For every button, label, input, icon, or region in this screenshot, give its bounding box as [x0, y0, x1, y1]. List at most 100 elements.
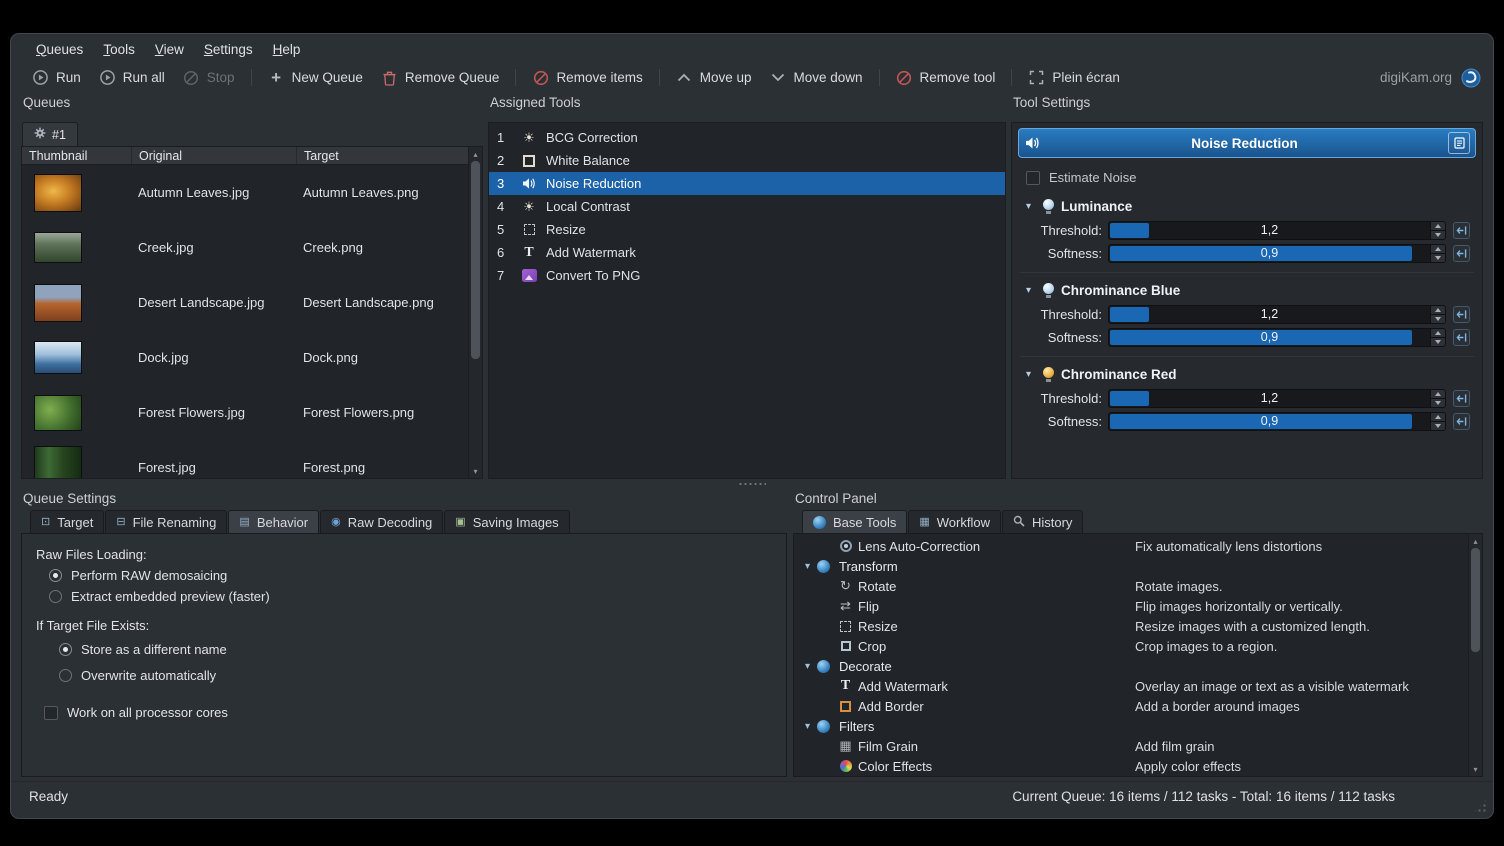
menu-settings[interactable]: Settings	[195, 40, 262, 59]
estimate-noise-checkbox[interactable]	[1026, 171, 1040, 185]
chrominance-red-section-header[interactable]: ▾ Chrominance Red	[1018, 364, 1476, 385]
threshold-slider[interactable]: 1,2	[1108, 305, 1446, 324]
tool-row-noise-reduction[interactable]: 3 Noise Reduction	[489, 172, 1005, 195]
tree-item-lens-auto-correction[interactable]: Lens Auto-Correction Fix automatically l…	[794, 536, 1468, 556]
tree-item-film-grain[interactable]: ▦ Film Grain Add film grain	[794, 736, 1468, 756]
tree-item-add-watermark[interactable]: T Add Watermark Overlay an image or text…	[794, 676, 1468, 696]
remove-tool-button[interactable]: Remove tool	[887, 65, 1005, 90]
threshold-slider[interactable]: 1,2	[1108, 389, 1446, 408]
tool-row-convert-to-png[interactable]: 7 Convert To PNG	[489, 264, 1005, 287]
scroll-up-arrow-icon[interactable]: ▴	[469, 148, 482, 160]
reset-default-button[interactable]	[1453, 222, 1470, 239]
column-header-thumbnail[interactable]: Thumbnail	[22, 147, 132, 164]
tool-help-button[interactable]	[1448, 132, 1470, 154]
radio-button[interactable]	[49, 590, 62, 603]
control-panel-scrollbar[interactable]: ▴ ▾	[1468, 534, 1482, 776]
tool-row-local-contrast[interactable]: 4 ☀ Local Contrast	[489, 195, 1005, 218]
tree-category-filters[interactable]: ▾ Filters	[794, 716, 1468, 736]
softness-slider[interactable]: 0,9	[1108, 412, 1446, 431]
queue-row-dock[interactable]: Dock.jpg Dock.png	[22, 330, 468, 385]
tree-category-transform[interactable]: ▾ Transform	[794, 556, 1468, 576]
new-queue-button[interactable]: + New Queue	[259, 65, 372, 90]
option-overwrite-automatically[interactable]: Overwrite automatically	[59, 662, 786, 688]
spin-down-button[interactable]	[1431, 422, 1445, 430]
reset-default-button[interactable]	[1453, 390, 1470, 407]
option-work-all-cores[interactable]: Work on all processor cores	[44, 705, 786, 720]
run-button[interactable]: Run	[23, 65, 90, 90]
queue-row-desert-landscape[interactable]: Desert Landscape.jpg Desert Landscape.pn…	[22, 275, 468, 330]
expand-arrow-icon[interactable]: ▾	[801, 561, 814, 572]
radio-button[interactable]	[59, 669, 72, 682]
menu-view[interactable]: View	[146, 40, 193, 59]
column-header-original[interactable]: Original	[132, 147, 297, 164]
reset-default-button[interactable]	[1453, 413, 1470, 430]
tree-category-decorate[interactable]: ▾ Decorate	[794, 656, 1468, 676]
scrollbar-thumb[interactable]	[471, 161, 480, 359]
menu-help[interactable]: Help	[264, 40, 310, 59]
queue-row-creek[interactable]: Creek.jpg Creek.png	[22, 220, 468, 275]
spin-down-button[interactable]	[1431, 338, 1445, 346]
tree-item-color-effects[interactable]: Color Effects Apply color effects	[794, 756, 1468, 776]
tree-item-flip[interactable]: ⇄ Flip Flip images horizontally or verti…	[794, 596, 1468, 616]
horizontal-splitter[interactable]	[21, 479, 1483, 488]
digikam-logo-icon[interactable]	[1461, 68, 1481, 88]
scroll-down-arrow-icon[interactable]: ▾	[1469, 763, 1482, 775]
softness-slider[interactable]: 0,9	[1108, 244, 1446, 263]
fullscreen-button[interactable]: Plein écran	[1019, 65, 1129, 90]
tree-item-crop[interactable]: Crop Crop images to a region.	[794, 636, 1468, 656]
column-header-target[interactable]: Target	[297, 147, 468, 164]
stop-button[interactable]: Stop	[174, 65, 244, 90]
chrominance-blue-section-header[interactable]: ▾ Chrominance Blue	[1018, 280, 1476, 301]
softness-slider[interactable]: 0,9	[1108, 328, 1446, 347]
remove-queue-button[interactable]: Remove Queue	[372, 65, 509, 90]
reset-default-button[interactable]	[1453, 245, 1470, 262]
spin-down-button[interactable]	[1431, 315, 1445, 323]
option-extract-embedded-preview[interactable]: Extract embedded preview (faster)	[49, 586, 786, 607]
reset-default-button[interactable]	[1453, 329, 1470, 346]
tool-row-white-balance[interactable]: 2 White Balance	[489, 149, 1005, 172]
option-perform-raw-demosaicing[interactable]: Perform RAW demosaicing	[49, 565, 786, 586]
radio-button[interactable]	[59, 643, 72, 656]
move-up-button[interactable]: Move up	[667, 65, 761, 90]
tree-item-resize[interactable]: Resize Resize images with a customized l…	[794, 616, 1468, 636]
queue-row-autumn-leaves[interactable]: Autumn Leaves.jpg Autumn Leaves.png	[22, 165, 468, 220]
menu-tools[interactable]: Tools	[94, 40, 144, 59]
option-store-different-name[interactable]: Store as a different name	[59, 636, 786, 662]
scrollbar-thumb[interactable]	[1471, 548, 1480, 652]
tab-history[interactable]: History	[1002, 510, 1083, 533]
tab-raw-decoding[interactable]: ◉ Raw Decoding	[320, 510, 443, 533]
tool-row-resize[interactable]: 5 Resize	[489, 218, 1005, 241]
threshold-slider[interactable]: 1,2	[1108, 221, 1446, 240]
spin-up-button[interactable]	[1431, 390, 1445, 399]
reset-default-button[interactable]	[1453, 306, 1470, 323]
spin-up-button[interactable]	[1431, 329, 1445, 338]
tool-row-add-watermark[interactable]: 6 T Add Watermark	[489, 241, 1005, 264]
tab-saving-images[interactable]: ▣ Saving Images	[444, 510, 569, 533]
scroll-down-arrow-icon[interactable]: ▾	[469, 465, 482, 477]
queue-row-forest-flowers[interactable]: Forest Flowers.jpg Forest Flowers.png	[22, 385, 468, 440]
luminance-section-header[interactable]: ▾ Luminance	[1018, 196, 1476, 217]
run-all-button[interactable]: Run all	[90, 65, 174, 90]
spin-up-button[interactable]	[1431, 306, 1445, 315]
radio-button[interactable]	[49, 569, 62, 582]
tab-base-tools[interactable]: Base Tools	[802, 510, 907, 533]
expand-arrow-icon[interactable]: ▾	[801, 721, 814, 732]
queue-tab-1[interactable]: #1	[22, 122, 78, 146]
spin-down-button[interactable]	[1431, 254, 1445, 262]
tab-target[interactable]: ⊡ Target	[30, 510, 104, 533]
tab-behavior[interactable]: ▤ Behavior	[228, 510, 319, 533]
queue-row-forest[interactable]: Forest.jpg Forest.png	[22, 440, 468, 478]
spin-up-button[interactable]	[1431, 245, 1445, 254]
spin-up-button[interactable]	[1431, 413, 1445, 422]
remove-items-button[interactable]: Remove items	[523, 65, 651, 90]
tree-item-rotate[interactable]: ↻ Rotate Rotate images.	[794, 576, 1468, 596]
spin-up-button[interactable]	[1431, 222, 1445, 231]
expand-arrow-icon[interactable]: ▾	[801, 661, 814, 672]
move-down-button[interactable]: Move down	[761, 65, 872, 90]
queues-scrollbar[interactable]: ▴ ▾	[468, 147, 482, 478]
scroll-up-arrow-icon[interactable]: ▴	[1469, 535, 1482, 547]
spin-down-button[interactable]	[1431, 399, 1445, 407]
tab-file-renaming[interactable]: ⊟ File Renaming	[105, 510, 227, 533]
tool-row-bcg-correction[interactable]: 1 ☀ BCG Correction	[489, 126, 1005, 149]
menu-queues[interactable]: Queues	[27, 40, 92, 59]
